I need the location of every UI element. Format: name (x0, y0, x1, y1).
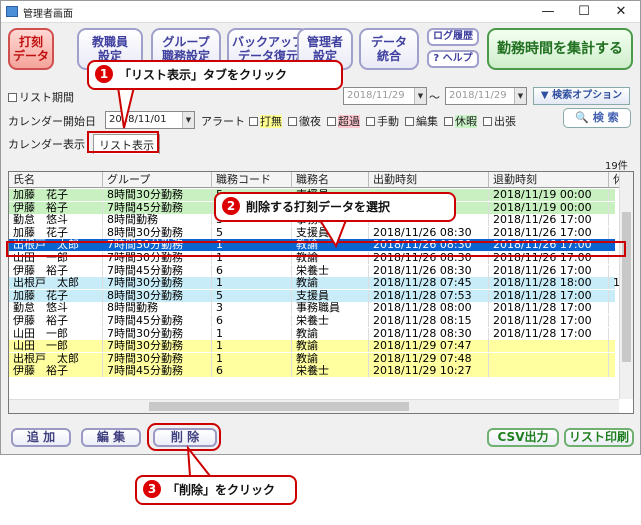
step1-number: 1 (95, 65, 113, 83)
step1-text: 「リスト表示」タブをクリック (119, 68, 288, 82)
step3-text: 「削除」をクリック (167, 483, 276, 497)
step2-number: 2 (222, 197, 240, 215)
step3-callout: 3 「削除」をクリック (135, 475, 297, 505)
step3-number: 3 (143, 480, 161, 498)
step2-callout: 2 削除する打刻データを選択 (214, 192, 456, 222)
step2-text: 削除する打刻データを選択 (246, 200, 391, 214)
step1-callout: 1 「リスト表示」タブをクリック (87, 60, 343, 90)
